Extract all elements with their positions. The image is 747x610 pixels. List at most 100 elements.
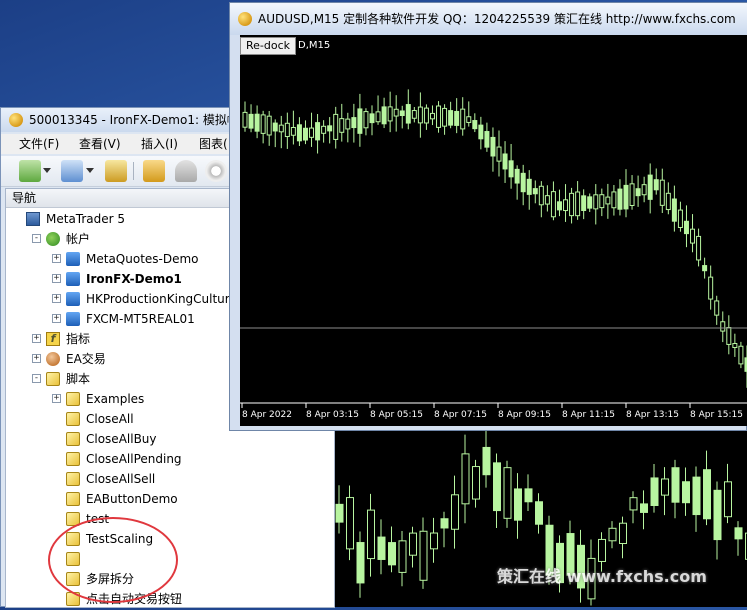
expand-icon[interactable]: +: [52, 394, 61, 403]
candle: [357, 543, 364, 583]
candle: [651, 478, 658, 506]
chevron-down-icon[interactable]: [43, 168, 51, 173]
candle: [358, 109, 362, 133]
time-axis-label: 8 Apr 13:15: [626, 410, 679, 420]
candle: [310, 128, 314, 137]
candle: [612, 192, 616, 208]
tree-item-label: MetaTrader 5: [46, 209, 125, 229]
candle: [672, 468, 679, 502]
collapse-icon[interactable]: -: [32, 374, 41, 383]
collapse-icon[interactable]: -: [32, 234, 41, 243]
candle: [424, 108, 428, 123]
tree-item-label: Examples: [86, 389, 144, 409]
candle: [249, 114, 253, 128]
script-icon: [46, 372, 60, 386]
expand-icon[interactable]: +: [52, 314, 61, 323]
expand-icon[interactable]: +: [52, 254, 61, 263]
tree-item-label: 指标: [66, 329, 90, 349]
expand-icon[interactable]: +: [52, 294, 61, 303]
candle: [261, 115, 265, 133]
expand-icon[interactable]: +: [32, 354, 41, 363]
candle: [599, 539, 606, 561]
account-icon: [66, 252, 80, 266]
candle: [721, 322, 725, 331]
candle: [406, 105, 410, 124]
script-icon: [66, 392, 80, 406]
menu-view[interactable]: 查看(V): [79, 136, 121, 152]
candle: [376, 112, 380, 122]
candle: [273, 123, 277, 131]
candle: [494, 463, 501, 511]
candle: [660, 180, 664, 205]
candle: [618, 189, 622, 209]
chart-area[interactable]: 8 Apr 20228 Apr 03:158 Apr 05:158 Apr 07…: [240, 35, 747, 426]
tree-item-label: 脚本: [66, 369, 90, 389]
expand-icon[interactable]: +: [52, 274, 61, 283]
candle: [352, 118, 356, 128]
tree-item[interactable]: EAButtonDemo: [6, 489, 326, 509]
time-axis-label: 8 Apr 2022: [242, 410, 292, 420]
candle: [267, 116, 271, 135]
candle: [410, 533, 417, 555]
candle: [509, 161, 513, 177]
chart-symbol-label: D,M15: [298, 40, 330, 51]
navigator-title-text: 500013345 - IronFX-Demo1: 模拟帐: [29, 108, 239, 132]
script-icon: [66, 452, 80, 466]
tree-item[interactable]: CloseAllBuy: [6, 429, 326, 449]
candle: [455, 111, 459, 125]
candle: [285, 123, 289, 136]
candle: [641, 504, 648, 513]
candle: [609, 528, 616, 540]
candle: [461, 109, 465, 129]
expand-icon[interactable]: +: [32, 334, 41, 343]
candle: [322, 126, 326, 133]
new-chart-icon[interactable]: [19, 160, 41, 182]
navigator-panel-title: 导航: [6, 191, 36, 205]
candle: [479, 125, 483, 139]
candle: [648, 175, 652, 199]
candle: [291, 127, 295, 135]
redock-button[interactable]: Re-dock: [240, 37, 296, 55]
candle: [536, 502, 543, 524]
candle: [497, 147, 501, 161]
candle: [733, 344, 737, 348]
user-icon[interactable]: [175, 160, 197, 182]
candle: [527, 179, 531, 194]
candle: [491, 137, 495, 156]
candle: [347, 498, 354, 549]
candle: [715, 301, 719, 315]
candle: [431, 533, 438, 549]
script-icon: [66, 492, 80, 506]
tree-item-label: EA交易: [66, 349, 106, 369]
script-icon: [66, 432, 80, 446]
chart-title-bar[interactable]: AUDUSD,M15 定制各种软件开发 QQ：1204225539 策汇在线 h…: [230, 3, 747, 35]
tree-item[interactable]: CloseAllPending: [6, 449, 326, 469]
open-folder-icon[interactable]: [143, 160, 165, 182]
market-watch-icon[interactable]: [105, 160, 127, 182]
candle: [683, 482, 690, 503]
candle: [582, 196, 586, 211]
candle: [678, 210, 682, 227]
tree-item[interactable]: CloseAllSell: [6, 469, 326, 489]
candle: [525, 489, 532, 502]
profiles-icon[interactable]: [61, 160, 83, 182]
menu-charts[interactable]: 图表(: [199, 136, 228, 152]
time-axis-label: 8 Apr 07:15: [434, 410, 487, 420]
tree-item[interactable]: 点击自动交易按钮: [6, 589, 326, 609]
candle: [551, 192, 555, 217]
account-icon: [66, 292, 80, 306]
signal-icon[interactable]: [205, 160, 227, 182]
candle: [714, 490, 721, 539]
chevron-down-icon[interactable]: [86, 168, 94, 173]
candle: [449, 111, 453, 126]
menu-insert[interactable]: 插入(I): [141, 136, 178, 152]
candle: [539, 186, 543, 204]
candle: [437, 106, 441, 127]
tree-item[interactable]: test: [6, 509, 326, 529]
candle: [666, 193, 670, 209]
menu-file[interactable]: 文件(F): [19, 136, 59, 152]
candle: [521, 173, 525, 191]
candle: [545, 196, 549, 204]
candle: [420, 531, 427, 580]
candle: [336, 504, 343, 522]
